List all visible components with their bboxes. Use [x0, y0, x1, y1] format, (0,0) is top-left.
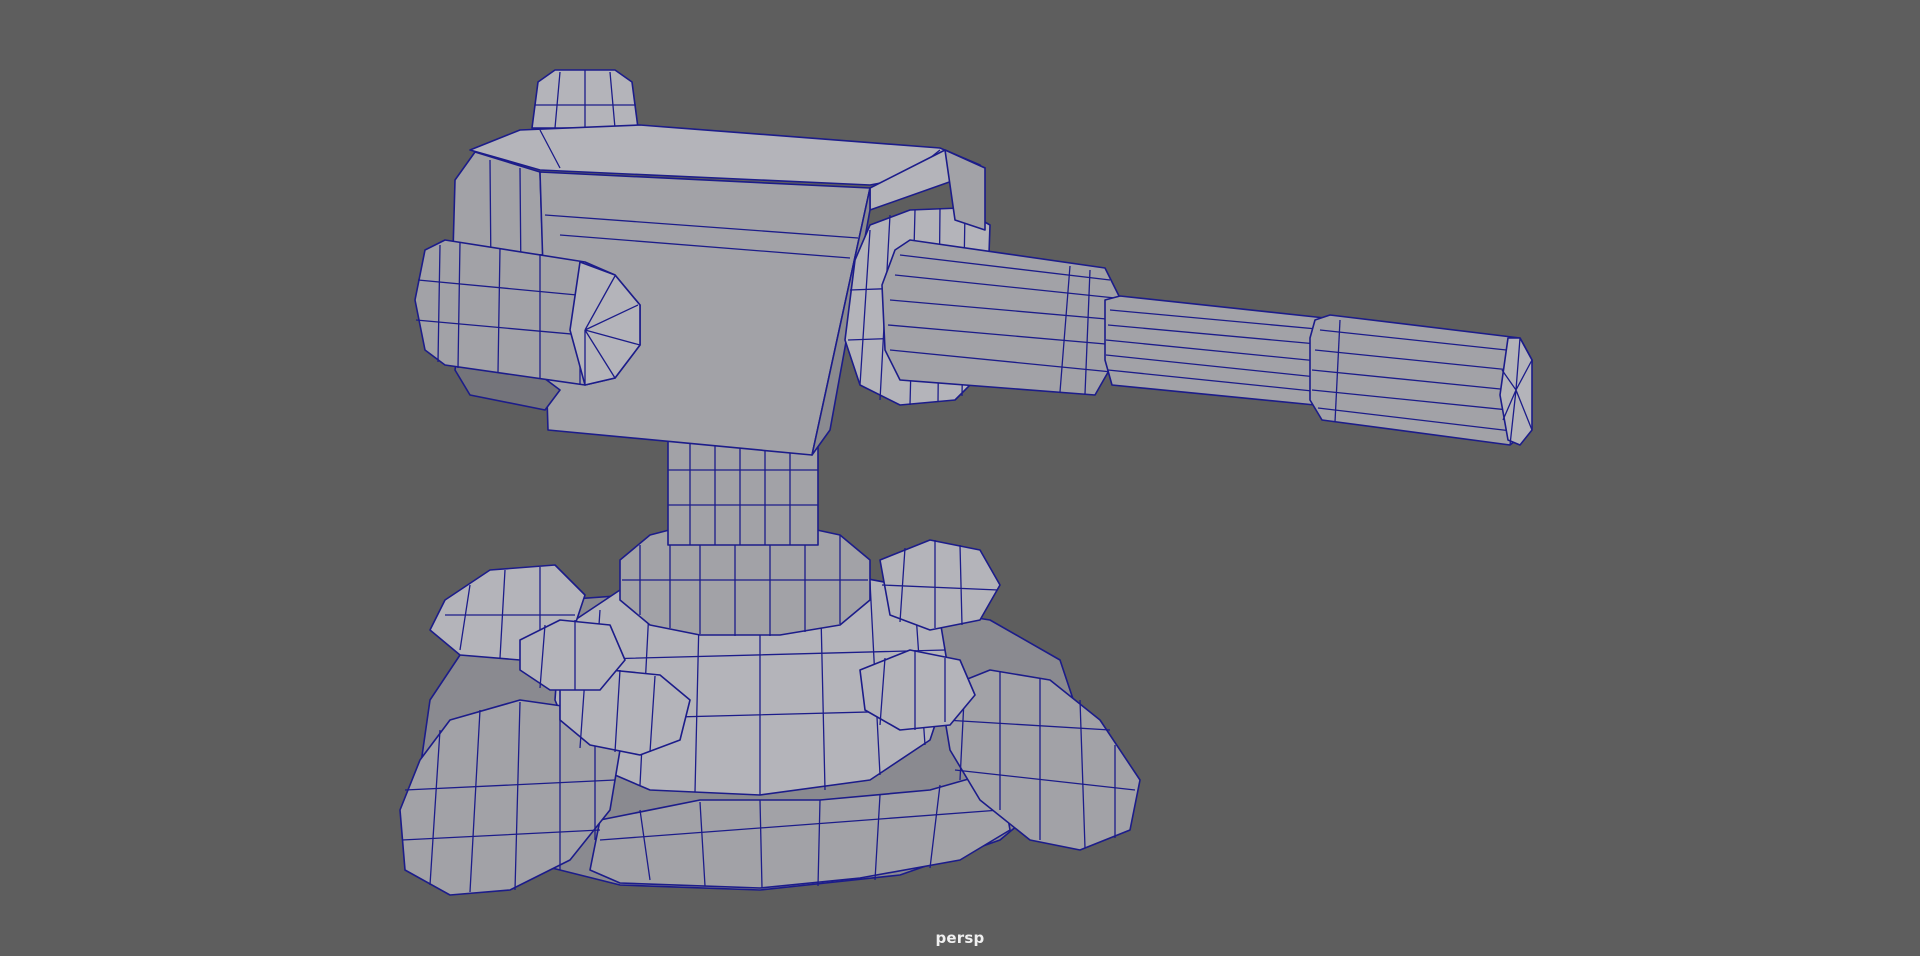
gun-barrel — [881, 239, 1533, 446]
turret-model[interactable] — [0, 0, 1920, 956]
camera-label: persp — [935, 929, 985, 947]
perspective-viewport[interactable]: persp — [0, 0, 1920, 956]
